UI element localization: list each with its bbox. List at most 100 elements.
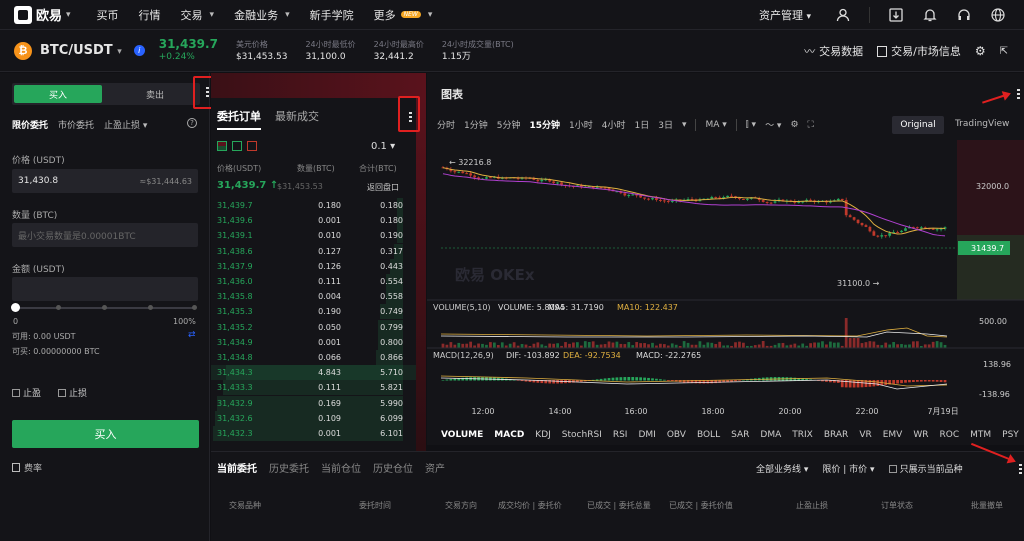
globe-icon[interactable]	[990, 7, 1006, 23]
fullscreen-icon[interactable]: ⛶	[808, 120, 814, 130]
timeframe-2[interactable]: 5分钟	[497, 118, 521, 131]
timeframe-0[interactable]: 分时	[437, 118, 455, 131]
order-type-filter[interactable]: 限价 | 市价 ▾	[822, 462, 874, 475]
settings-gear-icon[interactable]: ⚙	[975, 44, 986, 58]
slider-step[interactable]	[56, 305, 61, 310]
nav-item-5[interactable]: 更多 NEW ▾	[374, 7, 433, 23]
nav-item-0[interactable]: 买币	[97, 7, 119, 23]
slider-step[interactable]	[192, 305, 197, 310]
indicator-tab[interactable]: OBV	[667, 430, 686, 440]
orderbook-row[interactable]: 31,438.6 0.127 0.317	[211, 243, 416, 259]
orderbook-row[interactable]: 31,436.0 0.111 0.554	[211, 274, 416, 289]
transfer-icon[interactable]: ⇄	[188, 330, 196, 340]
indicator-tab[interactable]: BOLL	[697, 430, 720, 440]
timeframe-6[interactable]: 1日	[634, 118, 649, 131]
indicator-tab[interactable]: MTM	[970, 430, 991, 440]
orderbook-row[interactable]: 31,432.3 0.001 6.101	[211, 426, 416, 441]
tab-order-book[interactable]: 委托订单	[217, 108, 261, 130]
view-tradingview-button[interactable]: TradingView	[955, 119, 1009, 129]
nav-item-2[interactable]: 交易 ▾	[181, 7, 215, 23]
indicator-tab[interactable]: ROC	[940, 430, 960, 440]
timeframe-4[interactable]: 1小时	[569, 118, 593, 131]
asset-management-menu[interactable]: 资产管理 ▾	[759, 7, 811, 23]
bell-icon[interactable]	[922, 7, 938, 23]
nav-item-4[interactable]: 新手学院	[310, 7, 354, 23]
draw-line-icon[interactable]: 〜 ▾	[765, 118, 781, 131]
amount-input[interactable]	[12, 277, 198, 301]
user-icon[interactable]	[835, 7, 851, 23]
timeframe-3[interactable]: 15分钟	[529, 118, 560, 131]
orderbook-row[interactable]: 31,434.8 0.066 0.866	[211, 350, 416, 365]
orderbook-row[interactable]: 31,432.6 0.109 6.099	[211, 410, 416, 426]
slider-knob[interactable]	[11, 303, 20, 312]
orders-tab-0[interactable]: 当前委托	[217, 460, 257, 475]
buy-tab[interactable]: 买入	[14, 85, 102, 103]
business-line-filter[interactable]: 全部业务线 ▾	[756, 462, 808, 475]
indicator-tab[interactable]: DMA	[760, 430, 781, 440]
orders-tab-3[interactable]: 历史仓位	[373, 460, 413, 475]
indicator-tab[interactable]: DMI	[638, 430, 655, 440]
tab-market-order[interactable]: 市价委托	[58, 118, 94, 131]
bids-view-icon[interactable]	[232, 141, 242, 151]
drag-handle-icon[interactable]	[1019, 464, 1022, 474]
indicator-tab[interactable]: VOLUME	[441, 430, 483, 440]
orderbook-row[interactable]: 31,435.8 0.004 0.558	[211, 289, 416, 305]
slider-step[interactable]	[148, 305, 153, 310]
chevron-down-icon[interactable]: ▾	[682, 120, 687, 130]
trade-data-button[interactable]: 〰交易数据	[804, 43, 863, 59]
price-input[interactable]: 31,430.8 ≈$31,444.63	[12, 169, 198, 193]
info-icon[interactable]: i	[133, 45, 145, 56]
help-icon[interactable]: ?	[187, 118, 197, 128]
orderbook-row[interactable]: 31,434.9 0.001 0.800	[211, 334, 416, 350]
pair-selector[interactable]: BTC/USDT ▾	[40, 43, 122, 58]
quantity-input[interactable]: 最小交易数量是0.00001BTC	[12, 223, 198, 247]
tab-limit-order[interactable]: 限价委托	[12, 118, 48, 131]
headset-icon[interactable]	[956, 7, 972, 23]
orderbook-row[interactable]: 31,432.9 0.169 5.990	[211, 395, 416, 411]
indicator-tab[interactable]: StochRSI	[562, 430, 602, 440]
indicator-tab[interactable]: KDJ	[535, 430, 551, 440]
download-icon[interactable]	[888, 7, 904, 23]
timeframe-5[interactable]: 4小时	[602, 118, 626, 131]
nav-item-3[interactable]: 金融业务 ▾	[234, 7, 290, 23]
view-original-button[interactable]: Original	[892, 116, 944, 134]
indicator-tab[interactable]: EMV	[883, 430, 903, 440]
asks-view-icon[interactable]	[247, 141, 257, 151]
indicator-tab[interactable]: RSI	[613, 430, 628, 440]
indicator-tab[interactable]: TRIX	[792, 430, 813, 440]
orderbook-row[interactable]: 31,437.9 0.126 0.443	[211, 258, 416, 274]
indicator-tab[interactable]: SAR	[731, 430, 749, 440]
both-sides-view-icon[interactable]	[217, 141, 227, 151]
chevron-down-icon[interactable]: ▾	[66, 10, 71, 20]
tab-stop-order[interactable]: 止盈止损 ▾	[104, 118, 147, 131]
orderbook-row[interactable]: 31,435.2 0.050 0.799	[211, 319, 416, 335]
orderbook-row[interactable]: 31,439.7 0.180 0.180	[211, 198, 416, 213]
tab-latest-trades[interactable]: 最新成交	[275, 108, 319, 130]
timeframe-1[interactable]: 1分钟	[464, 118, 488, 131]
market-info-button[interactable]: 交易/市场信息	[877, 43, 961, 59]
candle-type-icon[interactable]: ⫿ ▾	[746, 120, 756, 130]
ma-select[interactable]: MA ▾	[705, 120, 726, 130]
amount-slider[interactable]	[11, 303, 197, 312]
indicator-tab[interactable]: VR	[859, 430, 871, 440]
brand-logo[interactable]: 欧易 ▾	[14, 5, 71, 24]
orderbook-row[interactable]: 31,433.3 0.111 5.821	[211, 380, 416, 396]
nav-item-1[interactable]: 行情	[139, 7, 161, 23]
indicator-tab[interactable]: PSY	[1002, 430, 1019, 440]
expand-icon[interactable]: ⇱	[1000, 46, 1008, 57]
candlestick-chart[interactable]: 欧易 OKEx ← 32216.8 31100.0 → 32000.0 31439.7 V…	[427, 140, 1024, 420]
timeframe-7[interactable]: 3日	[658, 118, 673, 131]
indicator-tab[interactable]: WR	[913, 430, 928, 440]
settings-gear-icon[interactable]: ⚙	[790, 120, 798, 130]
take-profit-checkbox[interactable]: 止盈	[12, 386, 41, 399]
indicator-tab[interactable]: BRAR	[824, 430, 848, 440]
only-current-checkbox[interactable]: 只展示当前品种	[888, 462, 963, 475]
orderbook-row[interactable]: 31,435.3 0.190 0.749	[211, 304, 416, 320]
indicator-tab[interactable]: MACD	[494, 430, 524, 440]
orders-tab-2[interactable]: 当前仓位	[321, 460, 361, 475]
buy-button[interactable]: 买入	[12, 420, 199, 448]
orderbook-row[interactable]: 31,439.6 0.001 0.180	[211, 213, 416, 229]
back-to-book-link[interactable]: 返回盘口	[367, 182, 399, 193]
orders-tab-1[interactable]: 历史委托	[269, 460, 309, 475]
precision-select[interactable]: 0.1 ▾	[371, 141, 395, 152]
